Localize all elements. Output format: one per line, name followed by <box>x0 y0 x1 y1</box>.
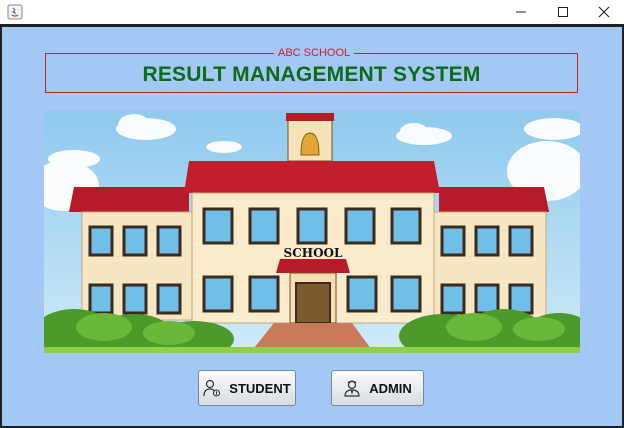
student-button[interactable]: STUDENT <box>198 370 296 406</box>
close-icon <box>598 6 610 18</box>
school-building-image: SCHOOL <box>44 111 580 353</box>
admin-button[interactable]: ADMIN <box>331 370 424 406</box>
student-icon <box>203 379 221 397</box>
close-button[interactable] <box>584 0 624 24</box>
maximize-button[interactable] <box>543 0 583 24</box>
admin-button-label: ADMIN <box>369 380 412 396</box>
minimize-icon <box>516 11 526 13</box>
java-app-icon <box>7 4 23 20</box>
school-name-label: ABC SCHOOL <box>274 46 355 60</box>
app-title: RESULT MANAGEMENT SYSTEM <box>142 63 481 86</box>
school-sign-text: SCHOOL <box>284 246 343 260</box>
student-button-label: STUDENT <box>229 380 291 396</box>
admin-icon <box>344 380 360 397</box>
minimize-button[interactable] <box>501 0 541 24</box>
maximize-icon <box>558 7 568 17</box>
title-bar <box>0 0 624 24</box>
